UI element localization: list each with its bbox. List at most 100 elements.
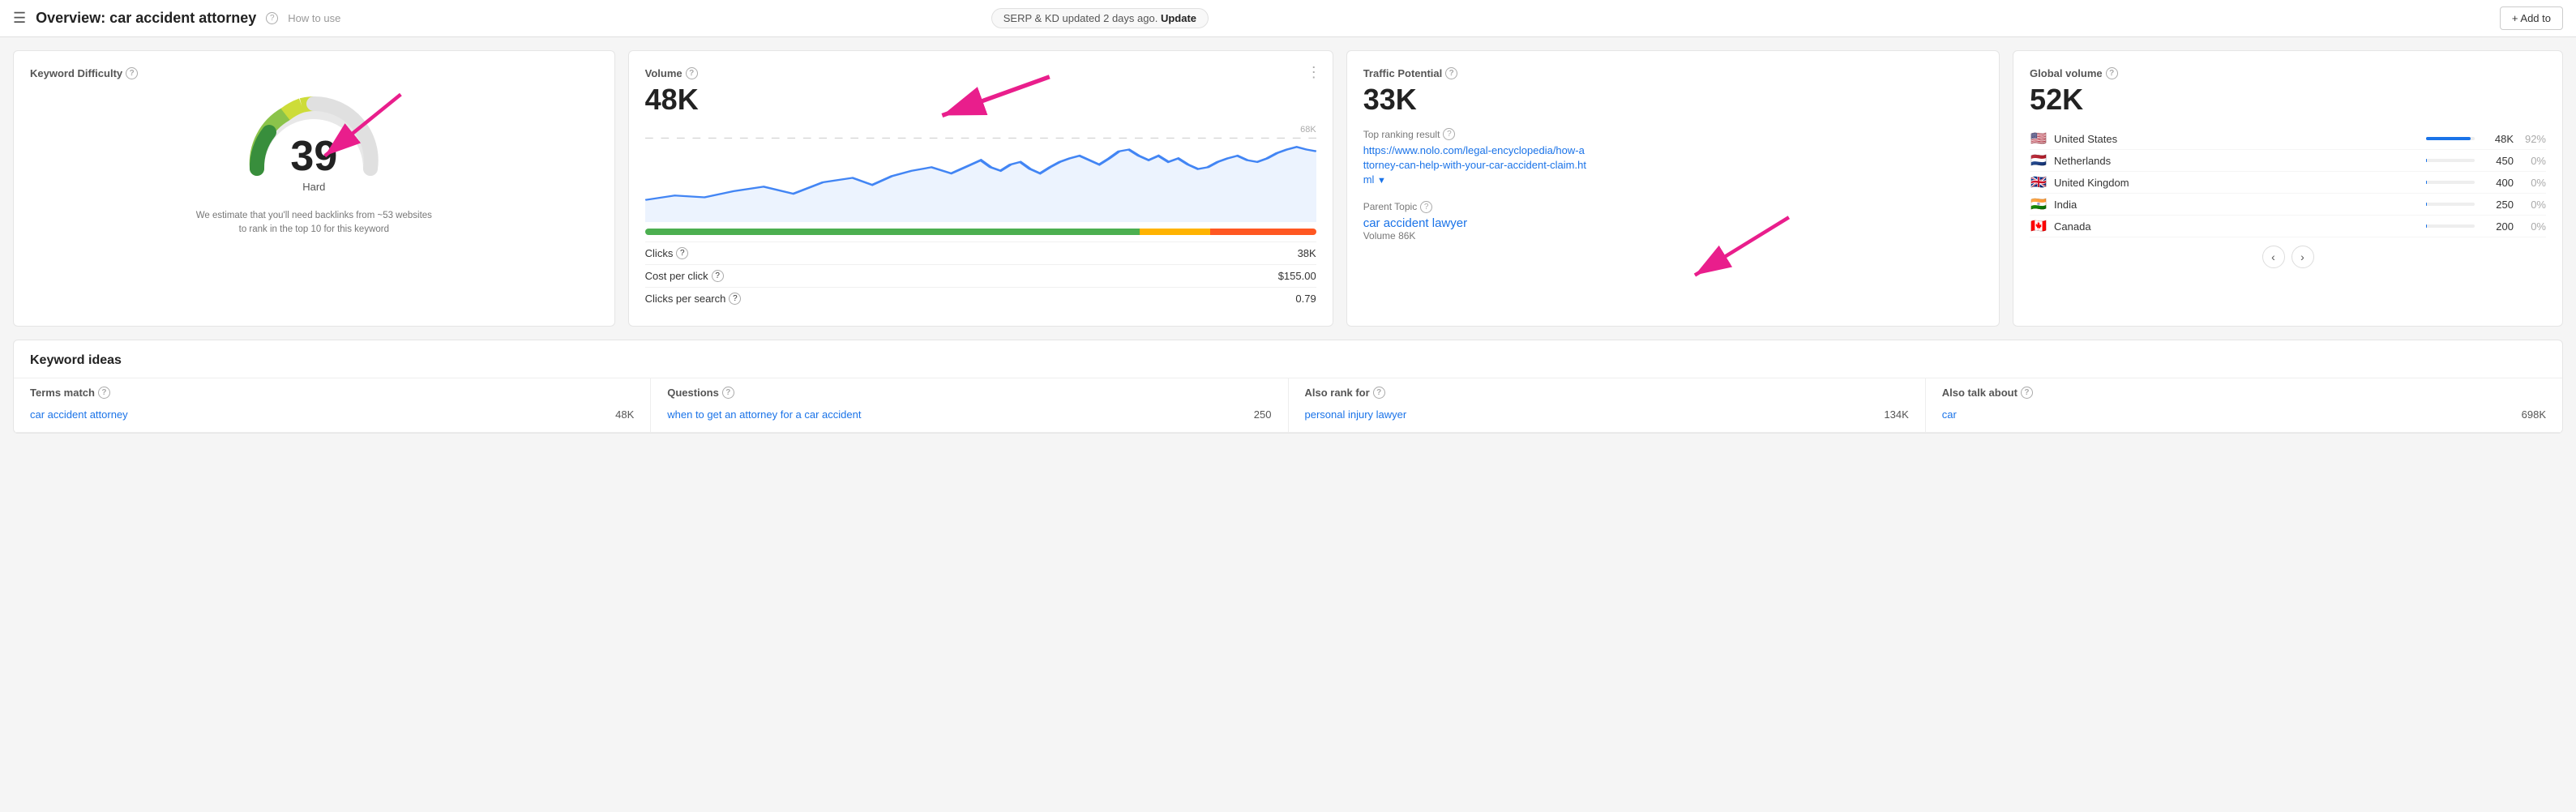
ki-help-icon[interactable]: ? (1373, 387, 1385, 399)
ki-item: personal injury lawyer 134K (1305, 405, 1909, 424)
cps-help-icon[interactable]: ? (729, 293, 741, 305)
volume-chart-svg (645, 125, 1316, 222)
page-title: Overview: car accident attorney (36, 10, 256, 27)
ki-item-value: 48K (615, 408, 634, 421)
country-name: India (2054, 199, 2415, 211)
country-volume: 48K (2481, 133, 2514, 145)
ki-help-icon[interactable]: ? (98, 387, 110, 399)
cpc-label: Cost per click ? (645, 270, 724, 282)
parent-topic-label: Parent Topic ? (1363, 201, 1983, 213)
country-volume: 200 (2481, 220, 2514, 233)
clicks-label: Clicks ? (645, 247, 689, 259)
global-volume-value: 52K (2030, 83, 2546, 117)
ki-item-link[interactable]: car (1942, 408, 1957, 421)
cpc-help-icon[interactable]: ? (712, 270, 724, 282)
traffic-card-title: Traffic Potential ? (1363, 67, 1983, 79)
how-to-use-link[interactable]: How to use (288, 12, 340, 24)
traffic-value: 33K (1363, 83, 1983, 117)
volume-chart: 68K (645, 125, 1316, 222)
tp-dropdown-icon[interactable]: ▼ (1377, 176, 1386, 186)
country-bar-fill (2426, 137, 2471, 140)
country-name: Canada (2054, 220, 2415, 233)
keyword-ideas-title: Keyword ideas (14, 340, 2562, 378)
country-name: Netherlands (2054, 155, 2415, 167)
global-volume-nav: ‹ › (2030, 246, 2546, 268)
ki-column: Terms match ? car accident attorney 48K (14, 378, 651, 432)
country-row: 🇳🇱 Netherlands 450 0% (2030, 150, 2546, 172)
volume-card-title: Volume ? (645, 67, 1316, 79)
top-ranking-url[interactable]: https://www.nolo.com/legal-encyclopedia/… (1363, 144, 1586, 186)
kd-value: 39 (290, 132, 337, 181)
traffic-potential-card: Traffic Potential ? 33K Top ranking resu… (1346, 50, 2000, 327)
global-volume-title: Global volume ? (2030, 67, 2546, 79)
clicks-bar (645, 229, 1316, 235)
country-list: 🇺🇸 United States 48K 92% 🇳🇱 Netherlands … (2030, 128, 2546, 237)
traffic-help-icon[interactable]: ? (1445, 67, 1457, 79)
ki-column: Also rank for ? personal injury lawyer 1… (1289, 378, 1926, 432)
country-bar-container (2426, 159, 2475, 162)
help-icon: ? (266, 12, 278, 24)
cps-value: 0.79 (1295, 293, 1316, 305)
ki-item-link[interactable]: when to get an attorney for a car accide… (667, 408, 861, 421)
ki-item-value: 698K (2522, 408, 2546, 421)
ki-column-title: Also talk about ? (1942, 387, 2546, 399)
ki-item-link[interactable]: car accident attorney (30, 408, 128, 421)
gauge-wrap: 39 Hard (241, 88, 387, 201)
clicks-help-icon[interactable]: ? (676, 247, 688, 259)
ki-item-link[interactable]: personal injury lawyer (1305, 408, 1407, 421)
country-bar-fill (2426, 203, 2427, 206)
clicks-value: 38K (1298, 247, 1316, 259)
country-volume: 400 (2481, 177, 2514, 189)
parent-topic-link[interactable]: car accident lawyer (1363, 216, 1467, 230)
country-flag: 🇳🇱 (2030, 154, 2048, 167)
chart-max-label: 68K (1300, 125, 1316, 135)
add-to-button[interactable]: + Add to (2500, 6, 2563, 30)
country-name: United Kingdom (2054, 177, 2415, 189)
volume-card: Volume ? ⋮ 48K 68K Clicks (628, 50, 1333, 327)
parent-topic-help-icon[interactable]: ? (1420, 201, 1432, 213)
ki-help-icon[interactable]: ? (2021, 387, 2033, 399)
cps-stat-row: Clicks per search ? 0.79 (645, 287, 1316, 310)
kd-help-icon[interactable]: ? (126, 67, 138, 79)
bar-orange (1210, 229, 1316, 235)
global-volume-card: Global volume ? 52K 🇺🇸 United States 48K… (2013, 50, 2563, 327)
country-pct: 0% (2520, 155, 2546, 167)
ki-item-value: 134K (1884, 408, 1908, 421)
global-volume-help-icon[interactable]: ? (2106, 67, 2118, 79)
ki-column: Also talk about ? car 698K (1926, 378, 2562, 432)
country-row: 🇨🇦 Canada 200 0% (2030, 216, 2546, 237)
country-flag: 🇮🇳 (2030, 198, 2048, 211)
country-volume: 250 (2481, 199, 2514, 211)
kd-label: Hard (302, 181, 325, 193)
ki-column-title: Terms match ? (30, 387, 634, 399)
country-bar-container (2426, 181, 2475, 184)
top-ranking-help-icon[interactable]: ? (1443, 128, 1455, 140)
volume-help-icon[interactable]: ? (686, 67, 698, 79)
menu-icon[interactable]: ☰ (13, 10, 26, 27)
next-button[interactable]: › (2291, 246, 2314, 268)
country-bar-container (2426, 203, 2475, 206)
more-options-icon[interactable]: ⋮ (1307, 64, 1321, 81)
header: ☰ Overview: car accident attorney ? How … (0, 0, 2576, 37)
country-pct: 92% (2520, 133, 2546, 145)
country-row: 🇺🇸 United States 48K 92% (2030, 128, 2546, 150)
kd-card-title: Keyword Difficulty ? (30, 67, 598, 79)
keyword-ideas-section: Keyword ideas Terms match ? car accident… (13, 340, 2563, 434)
update-link[interactable]: Update (1161, 12, 1196, 24)
country-flag: 🇨🇦 (2030, 220, 2048, 233)
kd-note: We estimate that you'll need backlinks f… (30, 209, 598, 237)
clicks-stat-row: Clicks ? 38K (645, 241, 1316, 264)
ki-help-icon[interactable]: ? (722, 387, 734, 399)
country-pct: 0% (2520, 220, 2546, 233)
country-pct: 0% (2520, 199, 2546, 211)
parent-volume: Volume 86K (1363, 230, 1983, 241)
country-row: 🇮🇳 India 250 0% (2030, 194, 2546, 216)
ki-item: car 698K (1942, 405, 2546, 424)
prev-button[interactable]: ‹ (2262, 246, 2285, 268)
country-pct: 0% (2520, 177, 2546, 189)
cpc-value: $155.00 (1278, 270, 1316, 282)
kd-card: Keyword Difficulty ? (13, 50, 615, 327)
country-row: 🇬🇧 United Kingdom 400 0% (2030, 172, 2546, 194)
country-volume: 450 (2481, 155, 2514, 167)
volume-value: 48K (645, 83, 1316, 117)
